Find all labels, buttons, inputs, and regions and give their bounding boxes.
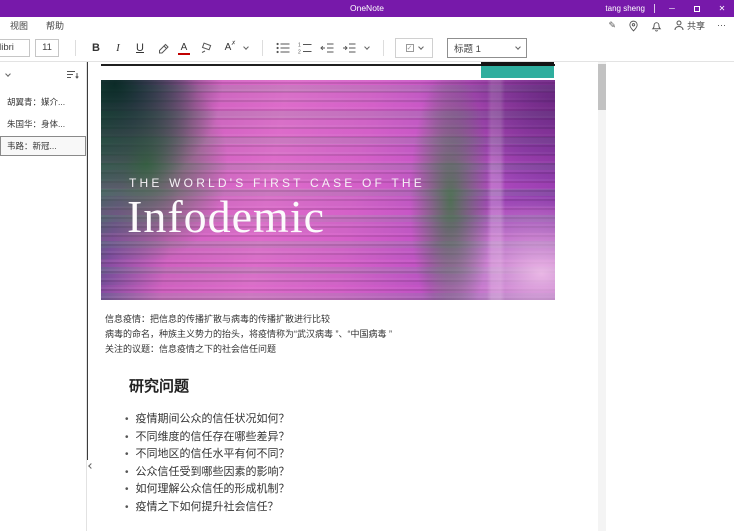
font-name-select[interactable]: Calibri	[0, 39, 30, 57]
sidebar-collapse-chevron[interactable]	[5, 71, 11, 77]
note-paragraph[interactable]: 病毒的命名，种族主义势力的抬头，将疫情称为“武汉病毒 ”、“中国病毒 ”	[105, 327, 555, 342]
image-eyebrow-text: THE WORLD'S FIRST CASE OF THE	[129, 176, 425, 190]
sort-icon[interactable]	[67, 70, 79, 80]
tab-help[interactable]: 帮助	[46, 19, 64, 32]
scrollbar-thumb[interactable]	[598, 64, 606, 110]
formatting-toolbar: Calibri 11 B I U A A✗ 12 ✓	[0, 34, 734, 62]
section-heading[interactable]: 研究问题	[129, 375, 555, 396]
titlebar-divider	[654, 4, 655, 13]
maximize-button[interactable]	[689, 0, 705, 17]
font-group-chevron[interactable]	[239, 38, 253, 58]
highlighter-button[interactable]	[151, 38, 173, 58]
note-paragraph[interactable]: 关注的议题：信息疫情之下的社会信任问题	[105, 342, 555, 357]
bold-button[interactable]: B	[85, 38, 107, 58]
research-question-list[interactable]: 疫情期间公众的信任状况如何？ 不同维度的信任存在哪些差异？ 不同地区的信任水平有…	[125, 411, 555, 516]
bulleted-list-button[interactable]	[272, 38, 294, 58]
infodemic-image[interactable]: THE WORLD'S FIRST CASE OF THE Infodemic	[101, 80, 555, 300]
page-list-item[interactable]: 胡翼青：媒介...	[0, 92, 86, 112]
style-dropdown[interactable]: 标题 1	[447, 38, 527, 58]
user-name[interactable]: tang sheng	[605, 4, 645, 13]
list-group-chevron[interactable]	[360, 38, 374, 58]
share-label: 共享	[687, 19, 705, 32]
note-page[interactable]: THE WORLD'S FIRST CASE OF THE Infodemic …	[101, 62, 555, 516]
list-item[interactable]: 疫情之下如何提升社会信任？	[125, 499, 555, 517]
share-button[interactable]: 共享	[674, 19, 705, 32]
note-paragraph[interactable]: 信息疫情：把信息的传播扩散与病毒的传播扩散进行比较	[105, 312, 555, 327]
bell-icon[interactable]	[651, 20, 662, 32]
list-item[interactable]: 不同维度的信任存在哪些差异？	[125, 429, 555, 447]
toolbar-divider	[262, 40, 263, 56]
image-title-text: Infodemic	[127, 192, 325, 243]
ribbon-tab-bar: 视图 帮助 ✎ 共享 ⋯	[0, 17, 734, 34]
chevron-down-icon	[364, 44, 370, 50]
font-color-bar	[178, 53, 190, 55]
titlebar: OneNote tang sheng ─ ✕	[0, 0, 734, 17]
list-item[interactable]: 不同地区的信任水平有何不同？	[125, 446, 555, 464]
style-value: 标题 1	[454, 41, 481, 55]
vertical-scrollbar[interactable]	[598, 62, 606, 531]
note-paragraphs[interactable]: 信息疫情：把信息的传播扩散与病毒的传播扩散进行比较 病毒的命名，种族主义势力的抬…	[105, 312, 555, 357]
list-item[interactable]: 公众信任受到哪些因素的影响？	[125, 464, 555, 482]
pen-icon[interactable]: ✎	[608, 20, 616, 31]
clipped-content-edge[interactable]	[101, 62, 555, 78]
chevron-down-icon	[418, 44, 424, 50]
chevron-down-icon	[515, 44, 521, 50]
close-button[interactable]: ✕	[714, 0, 730, 17]
location-icon[interactable]	[628, 20, 639, 32]
clipped-teal-box	[481, 62, 554, 78]
todo-tag-dropdown[interactable]: ✓	[395, 38, 433, 58]
clear-format-x: ✗	[231, 40, 236, 47]
increase-indent-button[interactable]	[338, 38, 360, 58]
checkbox-icon: ✓	[406, 44, 414, 52]
decrease-indent-icon	[320, 42, 334, 54]
page-list-item-selected[interactable]: 韦路：新冠...	[0, 136, 86, 156]
toolbar-divider	[383, 40, 384, 56]
format-painter-icon	[200, 42, 213, 54]
numbered-list-icon: 12	[298, 42, 312, 54]
font-size-select[interactable]: 11	[35, 39, 59, 57]
chevron-down-icon	[243, 44, 249, 50]
tab-view[interactable]: 视图	[10, 19, 28, 32]
svg-text:1: 1	[298, 42, 301, 48]
canvas-left-rule	[87, 62, 88, 460]
clear-formatting-button[interactable]: A✗	[217, 38, 239, 58]
onenote-window: OneNote tang sheng ─ ✕ 视图 帮助 ✎ 共享 ⋯	[0, 0, 734, 532]
decrease-indent-button[interactable]	[316, 38, 338, 58]
list-item[interactable]: 疫情期间公众的信任状况如何？	[125, 411, 555, 429]
font-color-button[interactable]: A	[173, 38, 195, 58]
pages-sidebar: 胡翼青：媒介... 朱国华：身体... 韦路：新冠...	[0, 62, 87, 531]
underline-button[interactable]: U	[129, 38, 151, 58]
format-painter-button[interactable]	[195, 38, 217, 58]
increase-indent-icon	[342, 42, 356, 54]
maximize-icon	[694, 6, 700, 12]
numbered-list-button[interactable]: 12	[294, 38, 316, 58]
font-name-value: Calibri	[0, 40, 14, 56]
highlighter-icon	[156, 41, 169, 54]
scroll-left-arrow[interactable]	[89, 455, 93, 473]
minimize-button[interactable]: ─	[664, 0, 680, 17]
more-options-icon[interactable]: ⋯	[717, 20, 726, 31]
note-canvas[interactable]: THE WORLD'S FIRST CASE OF THE Infodemic …	[87, 62, 734, 531]
font-color-glyph: A	[181, 42, 188, 53]
list-item[interactable]: 如何理解公众信任的形成机制？	[125, 481, 555, 499]
bulleted-list-icon	[276, 42, 290, 54]
share-person-icon	[674, 20, 684, 31]
italic-button[interactable]: I	[107, 38, 129, 58]
toolbar-divider	[75, 40, 76, 56]
page-list-item[interactable]: 朱国华：身体...	[0, 114, 86, 134]
svg-text:2: 2	[298, 49, 301, 54]
